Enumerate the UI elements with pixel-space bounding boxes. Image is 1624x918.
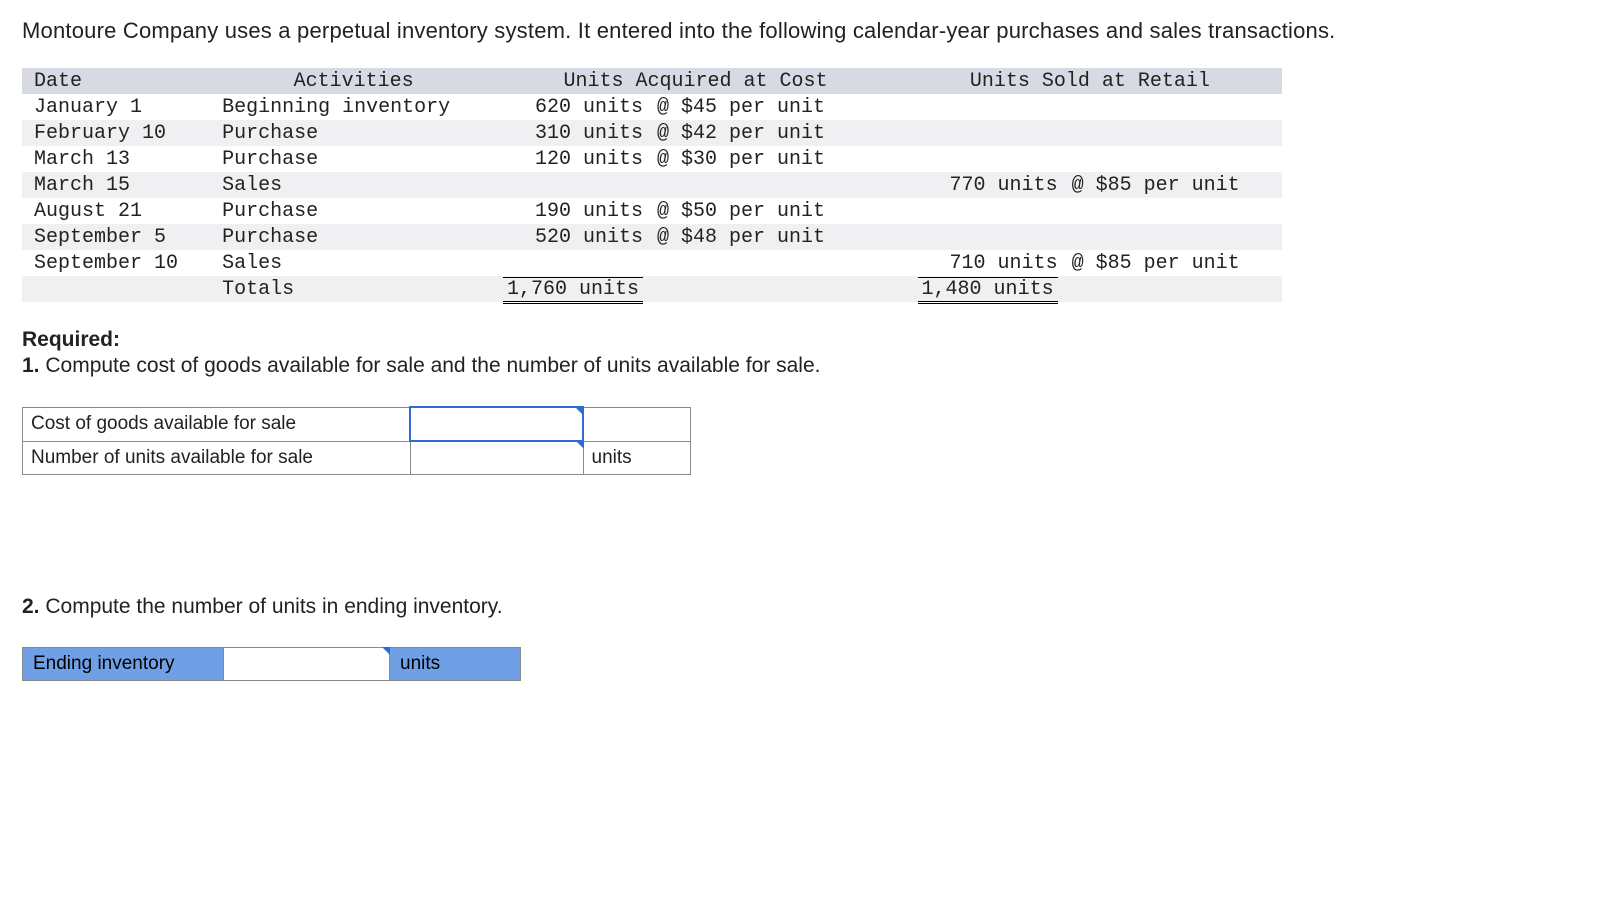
ending-inventory-label: Ending inventory bbox=[23, 648, 224, 681]
cogs-available-input-cell[interactable] bbox=[410, 407, 583, 441]
cell-date: September 10 bbox=[22, 250, 214, 276]
cell-date: January 1 bbox=[22, 94, 214, 120]
totals-uac: 1,760 units bbox=[503, 277, 643, 304]
table-row: September 10 Sales 710 units @ $85 per u… bbox=[22, 250, 1282, 276]
table-row: August 21 Purchase 190 units @ $50 per u… bbox=[22, 198, 1282, 224]
cell-usr-units bbox=[898, 94, 1066, 120]
cell-activity: Purchase bbox=[214, 120, 493, 146]
cell-uac-units: 190 units bbox=[493, 198, 651, 224]
units-available-label: Number of units available for sale bbox=[23, 441, 411, 475]
cell-uac-units: 310 units bbox=[493, 120, 651, 146]
cell-usr-units bbox=[898, 198, 1066, 224]
cell-usr-price bbox=[1066, 146, 1282, 172]
cell-usr-price bbox=[1066, 94, 1282, 120]
cogs-available-label: Cost of goods available for sale bbox=[23, 407, 411, 441]
cell-activity: Purchase bbox=[214, 224, 493, 250]
table-row: Cost of goods available for sale bbox=[23, 407, 691, 441]
problem-intro: Montoure Company uses a perpetual invent… bbox=[22, 18, 1602, 44]
cell-date: September 5 bbox=[22, 224, 214, 250]
cell-uac-price: @ $42 per unit bbox=[651, 120, 898, 146]
totals-usr: 1,480 units bbox=[918, 277, 1058, 304]
totals-row: Totals 1,760 units 1,480 units bbox=[22, 276, 1282, 302]
cell-uac-price bbox=[651, 250, 898, 276]
q2-body-visible: Compute the number of units in ending in… bbox=[45, 595, 502, 618]
cell-uac-units: 620 units bbox=[493, 94, 651, 120]
cell-date: February 10 bbox=[22, 120, 214, 146]
hdr-date: Date bbox=[22, 68, 214, 94]
units-available-unit: units bbox=[583, 441, 691, 475]
cell-usr-price: @ $85 per unit bbox=[1066, 250, 1282, 276]
cell-usr-price bbox=[1066, 224, 1282, 250]
table-row: February 10 Purchase 310 units @ $42 per… bbox=[22, 120, 1282, 146]
table-row: March 15 Sales 770 units @ $85 per unit bbox=[22, 172, 1282, 198]
ending-inventory-input-cell[interactable] bbox=[224, 648, 390, 681]
answer-table-1: Cost of goods available for sale Number … bbox=[22, 406, 691, 475]
cell-uac-units: 120 units bbox=[493, 146, 651, 172]
cell-uac-units bbox=[493, 250, 651, 276]
cell-usr-units bbox=[898, 146, 1066, 172]
hdr-units-sold: Units Sold at Retail bbox=[898, 68, 1282, 94]
cell-date: March 13 bbox=[22, 146, 214, 172]
question-2-text: 2. Compute the number of units in ending… bbox=[22, 595, 1602, 619]
cogs-available-input[interactable] bbox=[419, 412, 578, 436]
cell-date: March 15 bbox=[22, 172, 214, 198]
cell-usr-price bbox=[1066, 120, 1282, 146]
table-header-row: Date Activities Units Acquired at Cost U… bbox=[22, 68, 1282, 94]
cell-activity: Purchase bbox=[214, 198, 493, 224]
table-row: March 13 Purchase 120 units @ $30 per un… bbox=[22, 146, 1282, 172]
question-1-text: 1. 1. Compute cost of goods available fo… bbox=[22, 354, 1602, 378]
cell-usr-units: 710 units bbox=[898, 250, 1066, 276]
table-row: January 1 Beginning inventory 620 units … bbox=[22, 94, 1282, 120]
cell-uac-price: @ $45 per unit bbox=[651, 94, 898, 120]
cell-uac-price: @ $30 per unit bbox=[651, 146, 898, 172]
answer-table-2: Ending inventory units bbox=[22, 647, 521, 681]
units-available-input-cell[interactable] bbox=[410, 441, 583, 475]
table-row: Number of units available for sale units bbox=[23, 441, 691, 475]
ending-inventory-unit: units bbox=[390, 648, 521, 681]
cell-usr-units bbox=[898, 224, 1066, 250]
cell-uac-units bbox=[493, 172, 651, 198]
cell-usr-units bbox=[898, 120, 1066, 146]
cell-activity: Sales bbox=[214, 172, 493, 198]
cell-activity: Purchase bbox=[214, 146, 493, 172]
cell-activity: Beginning inventory bbox=[214, 94, 493, 120]
cell-usr-price bbox=[1066, 198, 1282, 224]
cell-activity: Sales bbox=[214, 250, 493, 276]
q1-body-visible: Compute cost of goods available for sale… bbox=[45, 354, 820, 377]
cell-usr-units: 770 units bbox=[898, 172, 1066, 198]
hdr-activities: Activities bbox=[214, 68, 493, 94]
hdr-units-acquired: Units Acquired at Cost bbox=[493, 68, 898, 94]
units-available-input[interactable] bbox=[419, 446, 579, 470]
inventory-table: Date Activities Units Acquired at Cost U… bbox=[22, 68, 1282, 302]
cell-uac-units: 520 units bbox=[493, 224, 651, 250]
cell-usr-price: @ $85 per unit bbox=[1066, 172, 1282, 198]
cell-date: August 21 bbox=[22, 198, 214, 224]
ending-inventory-input[interactable] bbox=[234, 652, 383, 676]
table-row: September 5 Purchase 520 units @ $48 per… bbox=[22, 224, 1282, 250]
required-heading: Required: bbox=[22, 328, 1602, 352]
totals-label: Totals bbox=[214, 276, 493, 302]
cell-uac-price: @ $48 per unit bbox=[651, 224, 898, 250]
cell-uac-price: @ $50 per unit bbox=[651, 198, 898, 224]
cell-uac-price bbox=[651, 172, 898, 198]
cogs-unit-cell bbox=[583, 407, 691, 441]
table-row: Ending inventory units bbox=[23, 648, 521, 681]
